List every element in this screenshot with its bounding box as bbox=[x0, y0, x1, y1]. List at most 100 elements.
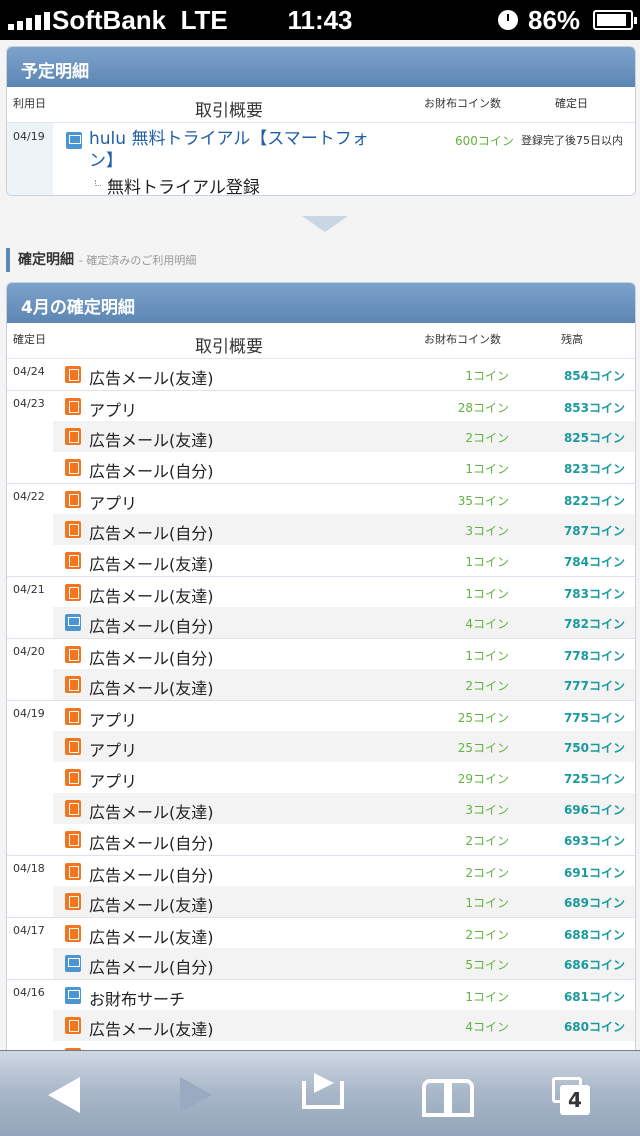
row-date bbox=[7, 1041, 53, 1050]
browser-toolbar: 4 bbox=[0, 1050, 640, 1136]
alarm-icon bbox=[498, 10, 518, 30]
row-date: 04/20 bbox=[13, 645, 45, 658]
pc-icon bbox=[66, 132, 82, 149]
row-label: 広告メール(友達) bbox=[89, 431, 214, 450]
row-coins: 25コイン bbox=[457, 711, 509, 725]
row-balance: 693コイン bbox=[563, 834, 625, 848]
phone-icon bbox=[65, 800, 81, 817]
tabs-icon[interactable]: 4 bbox=[536, 1051, 616, 1136]
row-date: 04/17 bbox=[13, 924, 45, 937]
row-main: 広告メール(友達) 2コイン 688コイン bbox=[53, 918, 635, 948]
row-balance: 691コイン bbox=[563, 866, 625, 880]
row-main: 広告メール(友達) 1コイン 854コイン bbox=[53, 359, 635, 390]
row-coins: 29コイン bbox=[457, 772, 509, 786]
row-main: 広告メール(友達) 1コイン 689コイン bbox=[53, 886, 635, 917]
row-label: アプリ bbox=[89, 711, 138, 730]
row-coins: 1コイン bbox=[465, 649, 509, 663]
table-row: 広告メール(自分) 2コイン 693コイン bbox=[7, 824, 635, 855]
table-row: 広告メール(友達) 2コイン 825コイン bbox=[7, 421, 635, 452]
april-panel: 4月の確定明細 確定日 取引概要 お財布コイン数 残高 04/24 広告メール(友… bbox=[6, 282, 636, 1050]
row-coins: 4コイン bbox=[465, 1020, 509, 1034]
phone-icon bbox=[65, 831, 81, 848]
row-balance: 750コイン bbox=[563, 741, 625, 755]
table-row: 広告メール(友達) 4コイン 680コイン bbox=[7, 1010, 635, 1041]
row-coins: 25コイン bbox=[457, 741, 509, 755]
row-main: アプリ 29コイン 725コイン bbox=[53, 762, 635, 793]
row-label: 広告メール(友達) bbox=[89, 928, 214, 947]
confirmed-section-note: - 確定済みのご利用明細 bbox=[78, 254, 197, 267]
scheduled-coins: 600コイン bbox=[455, 134, 514, 148]
row-balance: 778コイン bbox=[563, 649, 625, 663]
table-row: 広告メール(自分) 3コイン 787コイン bbox=[7, 514, 635, 545]
row-main: 広告メール(友達) 3コイン 696コイン bbox=[53, 793, 635, 824]
bookmarks-icon[interactable] bbox=[404, 1051, 484, 1136]
row-date bbox=[7, 824, 53, 855]
table-row: 広告メール(自分) 4コイン 782コイン bbox=[7, 607, 635, 638]
row-main: 広告メール(自分) 1コイン 778コイン bbox=[53, 639, 635, 669]
row-label: アプリ bbox=[89, 401, 138, 420]
row-balance: 783コイン bbox=[563, 587, 625, 601]
pc-icon bbox=[65, 614, 81, 631]
phone-icon bbox=[65, 459, 81, 476]
confirmed-section-title: 確定明細 - 確定済みのご利用明細 bbox=[6, 248, 196, 272]
row-main: アプリ 25コイン 775コイン bbox=[53, 701, 635, 731]
row-coins: 28コイン bbox=[457, 401, 509, 415]
row-date bbox=[7, 731, 53, 762]
table-row: 04/17 広告メール(友達) 2コイン 688コイン bbox=[7, 917, 635, 948]
row-date: 04/22 bbox=[13, 490, 45, 503]
row-main: 広告メール(自分)3コイン676コイン bbox=[53, 1041, 635, 1050]
row-date bbox=[7, 545, 53, 576]
phone-icon bbox=[65, 491, 81, 508]
phone-icon bbox=[65, 676, 81, 693]
pc-icon bbox=[65, 987, 81, 1004]
row-coins: 2コイン bbox=[465, 679, 509, 693]
row-coins: 2コイン bbox=[465, 866, 509, 880]
table-row: 広告メール(自分) 5コイン 686コイン bbox=[7, 948, 635, 979]
row-balance: 696コイン bbox=[563, 803, 625, 817]
phone-icon bbox=[65, 1017, 81, 1034]
phone-icon bbox=[65, 428, 81, 445]
row-main: アプリ 25コイン 750コイン bbox=[53, 731, 635, 762]
row-main: 広告メール(友達) 2コイン 777コイン bbox=[53, 669, 635, 700]
row-label: 広告メール(友達) bbox=[89, 1020, 214, 1039]
row-main: 広告メール(自分) 1コイン 823コイン bbox=[53, 452, 635, 483]
row-coins: 4コイン bbox=[465, 617, 509, 631]
scheduled-title-link[interactable]: hulu 無料トライアル【スマートフォン】 bbox=[89, 128, 389, 172]
col-date: 利用日 bbox=[13, 97, 46, 110]
battery-percent: 86% bbox=[528, 5, 581, 35]
row-date: 04/16 bbox=[13, 986, 45, 999]
share-icon[interactable] bbox=[284, 1051, 364, 1136]
row-coins: 1コイン bbox=[465, 896, 509, 910]
row-date: 04/24 bbox=[13, 365, 45, 378]
table-row: 04/24 広告メール(友達) 1コイン 854コイン bbox=[7, 359, 635, 390]
row-label: 広告メール(自分) bbox=[89, 617, 214, 636]
col-balance: 残高 bbox=[561, 333, 583, 346]
back-icon[interactable] bbox=[26, 1051, 106, 1136]
battery-icon bbox=[593, 10, 637, 30]
row-date bbox=[7, 1010, 53, 1041]
table-row: 04/18 広告メール(自分) 2コイン 691コイン bbox=[7, 855, 635, 886]
row-balance: 782コイン bbox=[563, 617, 625, 631]
col-date: 確定日 bbox=[13, 333, 46, 346]
row-coins: 1コイン bbox=[465, 555, 509, 569]
table-row: 広告メール(友達) 3コイン 696コイン bbox=[7, 793, 635, 824]
table-row: 広告メール(友達) 1コイン 689コイン bbox=[7, 886, 635, 917]
row-coins: 2コイン bbox=[465, 834, 509, 848]
row-balance: 686コイン bbox=[563, 958, 625, 972]
forward-icon[interactable] bbox=[154, 1051, 234, 1136]
row-label: 広告メール(友達) bbox=[89, 679, 214, 698]
page-content[interactable]: 予定明細 利用日 取引概要 お財布コイン数 確定日 04/19 hulu 無料ト… bbox=[0, 40, 640, 1050]
row-balance: 853コイン bbox=[563, 401, 625, 415]
row-date bbox=[7, 514, 53, 545]
phone-icon bbox=[65, 552, 81, 569]
row-main: 広告メール(友達) 1コイン 784コイン bbox=[53, 545, 635, 576]
row-date: 04/21 bbox=[13, 583, 45, 596]
scheduled-panel: 予定明細 利用日 取引概要 お財布コイン数 確定日 04/19 hulu 無料ト… bbox=[6, 46, 636, 196]
row-main: 広告メール(自分) 2コイン 693コイン bbox=[53, 824, 635, 855]
scheduled-date: 04/19 bbox=[13, 130, 45, 143]
scheduled-subtitle: 無料トライアル登録 bbox=[107, 178, 260, 196]
row-date bbox=[7, 607, 53, 638]
row-label: 広告メール(自分) bbox=[89, 649, 214, 668]
col-coins: お財布コイン数 bbox=[424, 333, 501, 346]
row-main: 広告メール(友達) 4コイン 680コイン bbox=[53, 1010, 635, 1041]
